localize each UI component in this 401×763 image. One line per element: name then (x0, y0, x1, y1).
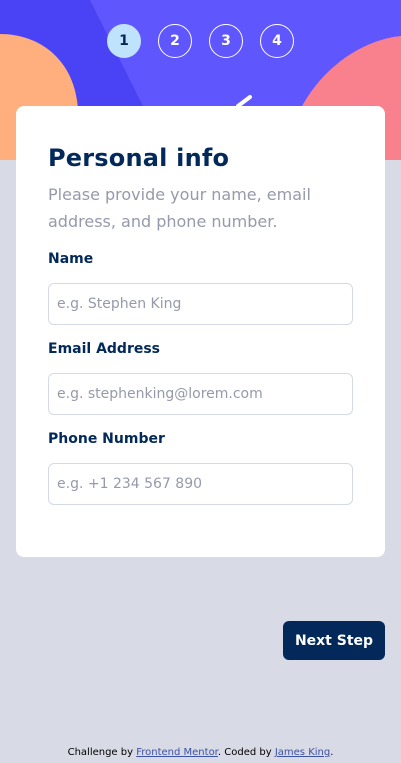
email-field[interactable] (48, 373, 353, 415)
name-label: Name (48, 251, 94, 267)
author-link[interactable]: James King (275, 747, 330, 758)
step-3[interactable]: 3 (209, 24, 243, 58)
form-card: Personal info Please provide your name, … (16, 106, 385, 557)
page-subtitle: Please provide your name, email address,… (48, 185, 311, 231)
name-field[interactable] (48, 283, 353, 325)
phone-label: Phone Number (48, 431, 165, 447)
page-title: Personal info (48, 144, 230, 172)
phone-field[interactable] (48, 463, 353, 505)
next-step-button[interactable]: Next Step (283, 621, 385, 660)
step-indicators: 1 2 3 4 (107, 24, 294, 58)
step-4[interactable]: 4 (260, 24, 294, 58)
frontend-mentor-link[interactable]: Frontend Mentor (136, 747, 218, 758)
attribution-footer: Challenge by Frontend Mentor. Coded by J… (0, 747, 401, 758)
footer-middle: . Coded by (217, 747, 275, 758)
email-label: Email Address (48, 341, 161, 357)
footer-prefix: Challenge by (67, 747, 137, 758)
footer-suffix: . (330, 747, 334, 758)
step-2[interactable]: 2 (158, 24, 192, 58)
step-1[interactable]: 1 (107, 24, 141, 58)
